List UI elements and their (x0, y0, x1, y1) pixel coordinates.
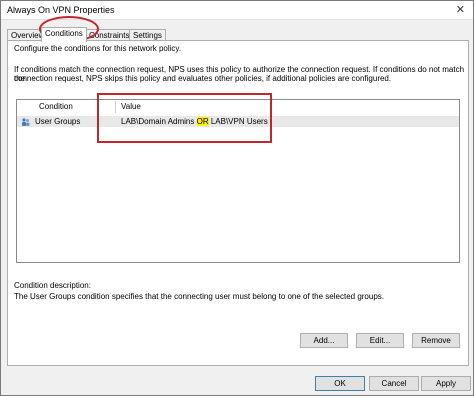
conditions-list[interactable]: Condition Value User Groups LAB\Domain A… (16, 99, 460, 263)
condition-name: User Groups (35, 117, 81, 126)
value-part2: LAB\VPN Users (208, 117, 268, 126)
value-or-highlight: OR (196, 117, 209, 126)
column-header-condition[interactable]: Condition (39, 102, 73, 112)
remove-button[interactable]: Remove (412, 333, 460, 348)
properties-window: Always On VPN Properties ✕ Overview Cond… (0, 0, 474, 396)
column-separator (115, 101, 116, 113)
condition-value: LAB\Domain Admins OR LAB\VPN Users (121, 117, 268, 126)
cancel-button[interactable]: Cancel (369, 376, 419, 391)
condition-description-label: Condition description: (14, 281, 91, 290)
user-groups-icon (22, 118, 30, 126)
column-header-value[interactable]: Value (121, 102, 141, 112)
edit-button[interactable]: Edit... (356, 333, 404, 348)
window-title: Always On VPN Properties (7, 5, 115, 15)
tab-conditions[interactable]: Conditions (41, 27, 87, 42)
panel-intro: Configure the conditions for this networ… (14, 44, 182, 53)
condition-row[interactable]: User Groups LAB\Domain Admins OR LAB\VPN… (17, 116, 459, 127)
title-bar: Always On VPN Properties ✕ (1, 1, 473, 20)
close-icon[interactable]: ✕ (456, 3, 465, 16)
add-button[interactable]: Add... (300, 333, 348, 348)
panel-description-line2: connection request, NPS skips this polic… (14, 74, 392, 83)
condition-description-text: The User Groups condition specifies that… (14, 292, 384, 301)
conditions-panel: Configure the conditions for this networ… (7, 40, 469, 366)
ok-button[interactable]: OK (315, 376, 365, 391)
apply-button[interactable]: Apply (421, 376, 471, 391)
value-part1: LAB\Domain Admins (121, 117, 197, 126)
